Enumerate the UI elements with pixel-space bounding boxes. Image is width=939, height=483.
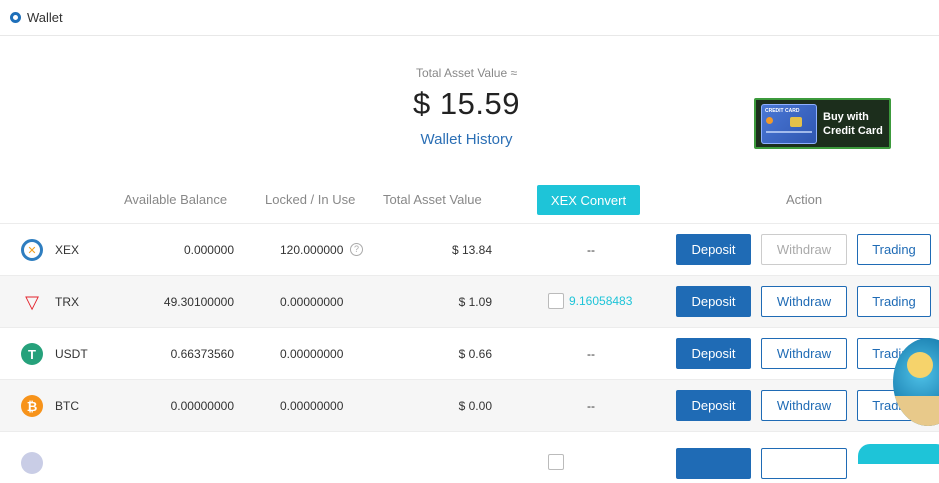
table-row: ₿ BTC 0.00000000 0.00000000 $ 0.00 -- De… [0,379,939,431]
locked-balance: 0.00000000 [280,399,344,413]
buy-with-credit-card-banner[interactable]: CREDIT CARD Buy with Credit Card [754,98,891,149]
buy-credit-card-text: Buy with Credit Card [823,110,883,138]
banner-line-1: Buy with [823,110,869,123]
deposit-button[interactable]: Deposit [676,286,751,317]
available-balance: 49.30100000 [163,295,234,309]
available-balance: 0.66373560 [170,347,234,361]
deposit-button[interactable]: Deposit [676,338,751,369]
page-header: Wallet [0,0,939,36]
coin-symbol: XEX [55,243,80,257]
available-balance: 0.00000000 [170,399,234,413]
coin-symbol: TRX [55,295,79,309]
deposit-button[interactable]: Deposit [676,390,751,421]
wallet-icon [10,12,21,23]
xex-convert-button[interactable]: XEX Convert [537,185,640,215]
eth-coin-icon [21,452,43,474]
page-title: Wallet [27,10,63,25]
table-row: ▽ TRX 49.30100000 0.00000000 $ 1.09 9.16… [0,275,939,327]
xex-coin-icon: ✕ [21,239,43,261]
promo-image [907,352,933,378]
convert-value: 9.16058483 [569,294,633,308]
total-asset-label: Total Asset Value ≈ [415,66,518,80]
total-asset-value: $ 0.66 [458,347,492,361]
convert-value: -- [587,399,595,413]
table-row: T USDT 0.66373560 0.00000000 $ 0.66 -- D… [0,327,939,379]
total-asset-value: $ 13.84 [451,243,492,257]
info-icon[interactable]: ? [350,243,363,256]
withdraw-button[interactable]: Withdraw [761,390,847,421]
convert-value: -- [587,243,595,257]
table-row: ✕ XEX 0.000000 120.000000 ? $ 13.84 -- D… [0,223,939,275]
credit-card-label: CREDIT CARD [765,107,800,114]
locked-balance: 0.00000000 [280,347,344,361]
btc-coin-icon: ₿ [21,395,43,417]
withdraw-button[interactable] [761,448,847,479]
available-balance: 0.000000 [183,243,234,257]
trx-coin-icon: ▽ [25,291,39,312]
withdraw-button[interactable]: Withdraw [761,234,847,265]
locked-balance: 0.00000000 [280,295,344,309]
total-asset-value: $ 0.00 [458,399,492,413]
column-locked: Locked / In Use [265,192,356,207]
coin-symbol: BTC [55,399,79,413]
convert-value: -- [587,347,595,361]
column-available-balance: Available Balance [124,192,228,207]
convert-checkbox[interactable] [548,454,564,470]
locked-balance: 120.000000 [280,243,344,257]
trading-button[interactable]: Trading [857,286,931,317]
credit-card-icon: CREDIT CARD [761,103,817,144]
usdt-coin-icon: T [21,343,43,365]
coin-symbol: USDT [55,347,88,361]
deposit-button[interactable] [676,448,751,479]
column-action: Action [786,192,823,207]
column-total-asset-value: Total Asset Value [383,192,482,207]
trading-button[interactable]: Trading [857,234,931,265]
withdraw-button[interactable]: Withdraw [761,338,847,369]
chat-tab[interactable] [858,444,939,464]
withdraw-button[interactable]: Withdraw [761,286,847,317]
deposit-button[interactable]: Deposit [676,234,751,265]
total-asset-value: $ 1.09 [458,295,492,309]
table-row [0,431,939,483]
wallet-table: ✕ XEX 0.000000 120.000000 ? $ 13.84 -- D… [0,223,939,483]
convert-checkbox[interactable] [548,293,564,309]
banner-line-2: Credit Card [823,124,883,137]
